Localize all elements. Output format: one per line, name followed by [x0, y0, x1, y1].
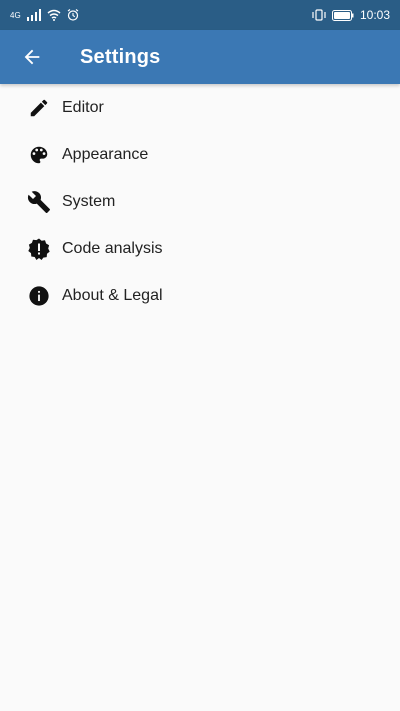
status-bar-right: 10:03 — [312, 8, 390, 22]
alert-badge-icon — [27, 237, 51, 261]
settings-item-system[interactable]: System — [0, 178, 400, 225]
settings-item-about-legal[interactable]: About & Legal — [0, 272, 400, 319]
settings-item-label: Code analysis — [62, 239, 163, 257]
settings-item-label: System — [62, 192, 116, 210]
wrench-icon — [27, 190, 51, 214]
status-bar: 4G 10:03 — [0, 0, 400, 30]
settings-item-label: Appearance — [62, 145, 149, 163]
clock-time: 10:03 — [359, 8, 390, 22]
settings-list: Editor Appearance System Code analysis A… — [0, 84, 400, 319]
signal-icon — [26, 9, 41, 21]
settings-item-appearance[interactable]: Appearance — [0, 131, 400, 178]
battery-icon — [331, 9, 354, 21]
wifi-icon — [47, 9, 61, 21]
pencil-icon — [27, 96, 51, 120]
vibrate-icon — [312, 9, 326, 21]
network-type-label: 4G — [10, 10, 21, 20]
back-button[interactable] — [4, 30, 60, 84]
settings-item-label: About & Legal — [62, 286, 163, 304]
app-bar: Settings — [0, 30, 400, 84]
page-title: Settings — [80, 45, 161, 68]
info-icon — [27, 284, 51, 308]
palette-icon — [27, 143, 51, 167]
settings-item-code-analysis[interactable]: Code analysis — [0, 225, 400, 272]
arrow-back-icon — [21, 46, 43, 68]
settings-item-editor[interactable]: Editor — [0, 84, 400, 131]
status-bar-left: 4G — [10, 9, 79, 21]
alarm-icon — [67, 9, 79, 21]
settings-item-label: Editor — [62, 98, 104, 116]
